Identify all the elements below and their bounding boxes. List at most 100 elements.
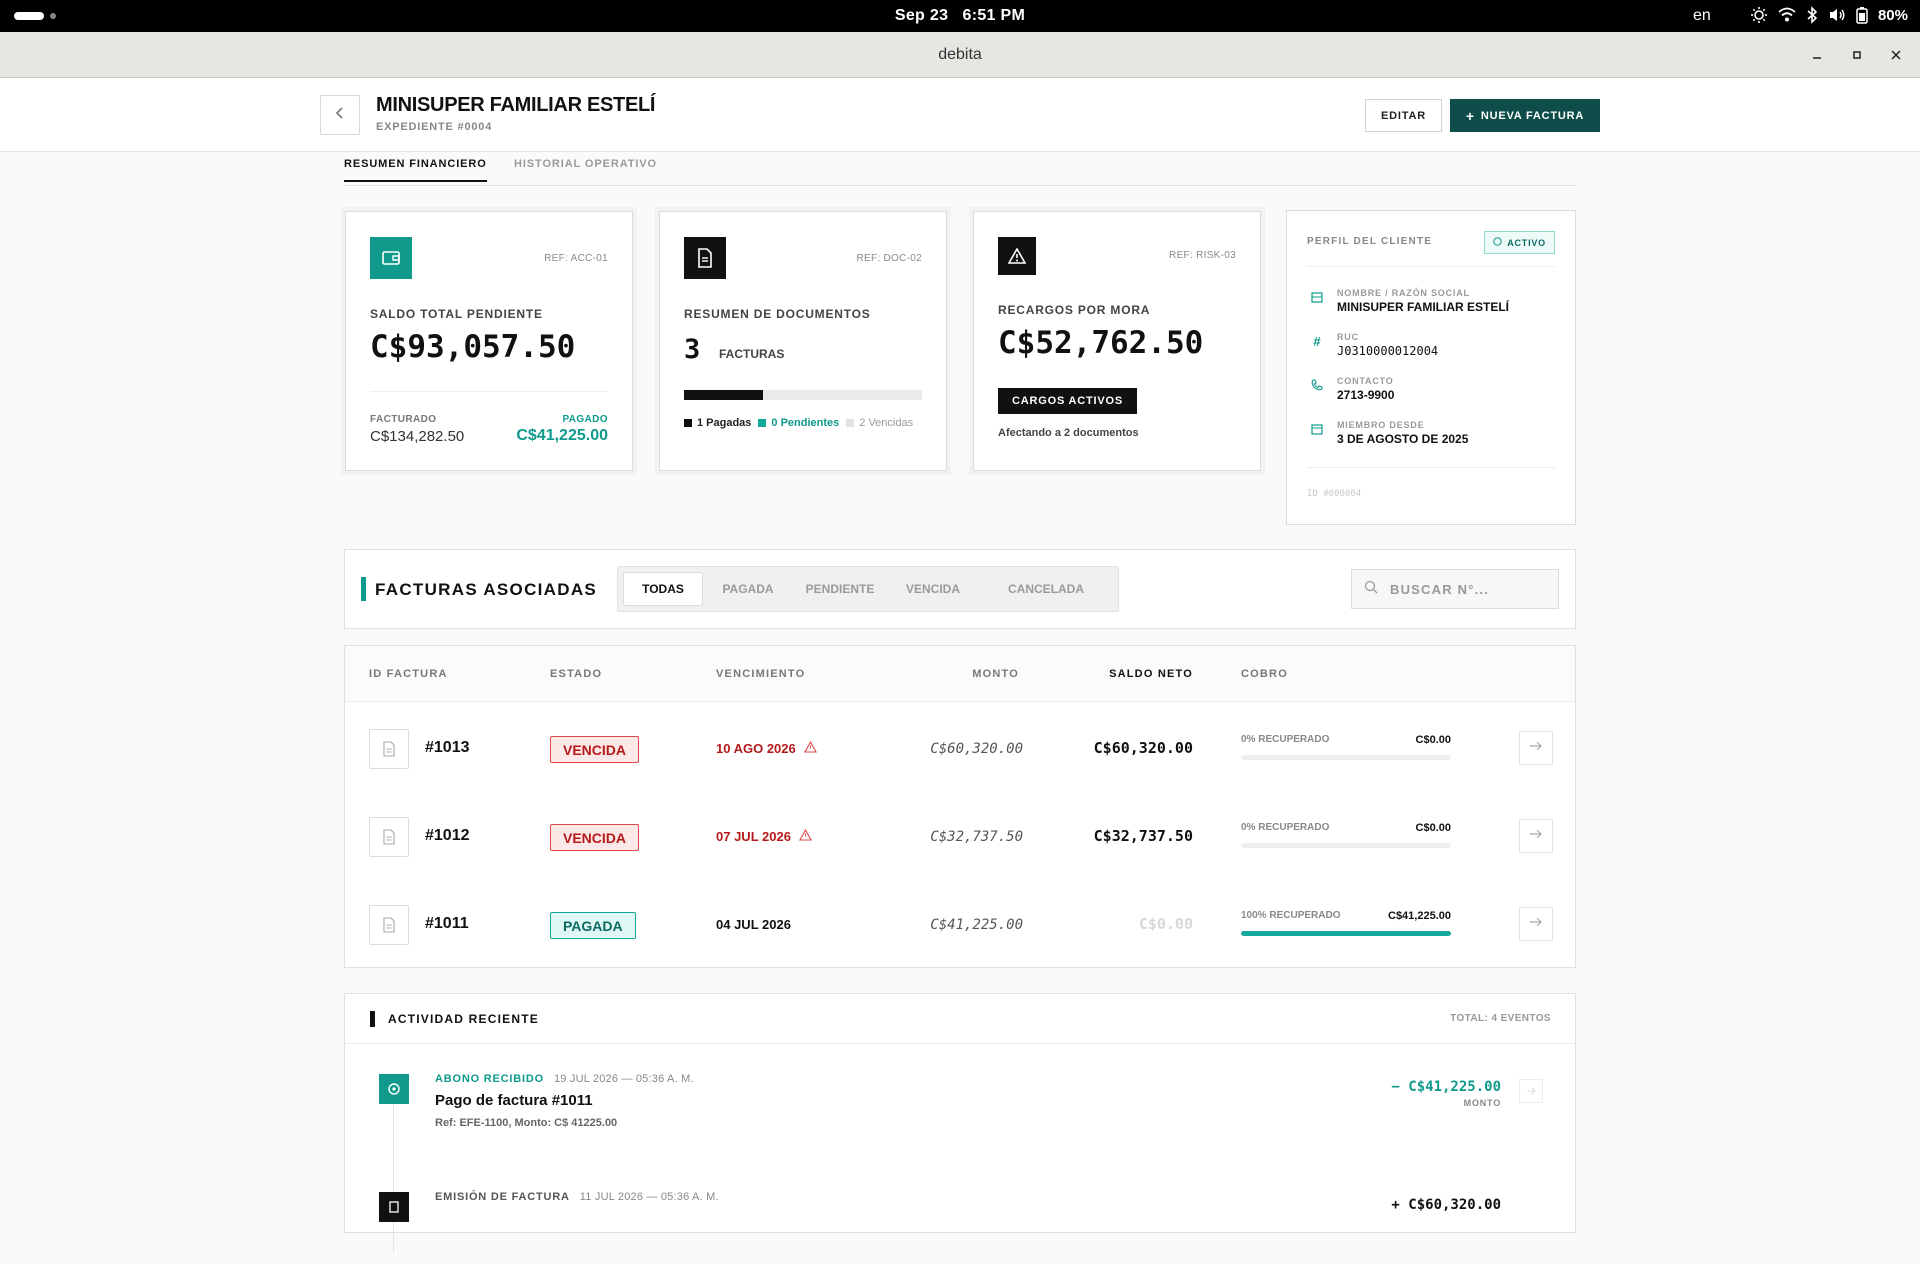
legend-overdue: 2 Vencidas (859, 417, 914, 429)
card-mora: REF: RISK-03 RECARGOS POR MORA C$52,762.… (973, 211, 1261, 471)
recovery-value: C$0.00 (1415, 734, 1451, 746)
close-button[interactable] (1885, 44, 1907, 66)
pagado-value: C$41,225.00 (516, 427, 608, 444)
invoices-table: ID FACTURA ESTADO VENCIMIENTO MONTO SALD… (344, 645, 1576, 968)
recovery-label: 0% RECUPERADO (1241, 822, 1330, 833)
phone-icon (1309, 376, 1325, 402)
invoice-amount: C$41,225.00 (930, 917, 1023, 933)
event-type: ABONO RECIBIDO 19 JUL 2026 — 05:36 A. M. (435, 1073, 694, 1085)
doc-count: 3 (684, 334, 701, 365)
volume-icon (1828, 7, 1846, 23)
edit-button[interactable]: EDITAR (1365, 99, 1442, 132)
hash-icon: # (1313, 334, 1321, 349)
table-row[interactable]: #1011 PAGADA 04 JUL 2026 C$41,225.00 C$0… (345, 879, 1575, 967)
col-id: ID FACTURA (369, 668, 448, 680)
activity-event[interactable]: EMISIÓN DE FACTURA 11 JUL 2026 — 05:36 A.… (345, 1174, 1575, 1264)
profile-name-row: NOMBRE / RAZÓN SOCIAL MINISUPER FAMILIAR … (1309, 288, 1509, 314)
search-icon (1364, 580, 1378, 599)
filter-cancelada[interactable]: CANCELADA (976, 572, 1116, 606)
card-ref: REF: RISK-03 (1169, 250, 1236, 261)
recovery-value: C$41,225.00 (1388, 910, 1451, 922)
due-date-text: 07 JUL 2026 (716, 829, 791, 844)
invoice-amount: C$60,320.00 (930, 741, 1023, 757)
keyboard-language[interactable]: en (1693, 7, 1711, 25)
activity-event[interactable]: ABONO RECIBIDO 19 JUL 2026 — 05:36 A. M. … (345, 1056, 1575, 1146)
invoice-search[interactable] (1351, 569, 1559, 609)
client-profile-card: PERFIL DEL CLIENTE ACTIVO NOMBRE / RAZÓN… (1286, 210, 1576, 525)
card-saldo: REF: ACC-01 SALDO TOTAL PENDIENTE C$93,0… (345, 211, 633, 471)
open-invoice-button[interactable] (1519, 819, 1553, 853)
net-balance: C$32,737.50 (1093, 827, 1193, 845)
pagado-label: PAGADO (562, 414, 608, 425)
status-badge: VENCIDA (550, 736, 640, 763)
saldo-amount: C$93,057.50 (370, 329, 576, 365)
battery-icon (1856, 6, 1868, 24)
card-label: RESUMEN DE DOCUMENTOS (684, 307, 871, 321)
maximize-button[interactable] (1846, 44, 1868, 66)
tab-resumen-financiero[interactable]: RESUMEN FINANCIERO (344, 158, 487, 182)
filter-pagada[interactable]: PAGADA (706, 572, 790, 606)
filter-pendiente[interactable]: PENDIENTE (790, 572, 890, 606)
new-invoice-label: NUEVA FACTURA (1480, 109, 1585, 122)
window-title: debita (938, 46, 982, 63)
open-event-button[interactable] (1519, 1079, 1543, 1103)
event-time: 19 JUL 2026 — 05:36 A. M. (553, 1073, 694, 1085)
recovery-progress-fill (1241, 931, 1451, 936)
legend-pending: 0 Pendientes (771, 417, 840, 429)
ruc-value: J0310000012004 (1337, 344, 1439, 358)
event-time: 11 JUL 2026 — 05:36 A. M. (579, 1191, 719, 1203)
col-monto: MONTO (972, 668, 1019, 680)
battery-percent: 80% (1877, 6, 1908, 24)
event-amount-label: MONTO (1463, 1098, 1501, 1108)
card-ref: REF: DOC-02 (856, 253, 922, 264)
open-invoice-button[interactable] (1519, 907, 1553, 941)
invoice-id[interactable]: #1011 (425, 915, 469, 933)
legend-swatch-overdue (846, 419, 855, 427)
payment-received-icon (379, 1074, 409, 1104)
mora-amount: C$52,762.50 (998, 325, 1204, 361)
search-input[interactable] (1390, 581, 1550, 597)
net-balance: C$0.00 (1138, 915, 1193, 933)
event-amount: − C$41,225.00 (1391, 1079, 1501, 1095)
doc-count-label: FACTURAS (719, 347, 785, 361)
new-invoice-button[interactable]: + NUEVA FACTURA (1450, 99, 1600, 132)
tab-historial-operativo[interactable]: HISTORIAL OPERATIVO (514, 158, 657, 180)
table-row[interactable]: #1012 VENCIDA 07 JUL 2026 C$32,737.50 C$… (345, 791, 1575, 879)
page-title: MINISUPER FAMILIAR ESTELÍ (376, 94, 656, 116)
contact-value: 2713-9900 (1337, 388, 1395, 402)
clock[interactable]: Sep 23 6:51 PM (0, 7, 1920, 25)
system-date: Sep 23 (894, 7, 949, 24)
facturado-value: C$134,282.50 (370, 428, 465, 445)
filter-todas[interactable]: TODAS (623, 572, 703, 606)
status-filter-segmented: TODAS PAGADA PENDIENTE VENCIDA CANCELADA (617, 566, 1119, 612)
table-row[interactable]: #1013 VENCIDA 10 AGO 2026 C$60,320.00 C$… (345, 703, 1575, 791)
document-icon (369, 817, 409, 857)
divider (370, 391, 608, 392)
profile-ruc-row: # RUC J0310000012004 (1309, 332, 1438, 358)
event-type-label: ABONO RECIBIDO (435, 1073, 544, 1085)
window-titlebar: debita (0, 32, 1920, 78)
due-date: 10 AGO 2026 (716, 740, 817, 756)
wifi-icon (1778, 7, 1796, 23)
status-label: ACTIVO (1507, 237, 1546, 248)
client-id: ID #000004 (1307, 489, 1362, 499)
back-button[interactable] (320, 95, 360, 135)
invoice-id[interactable]: #1013 (425, 739, 470, 757)
net-balance: C$60,320.00 (1093, 739, 1193, 757)
recovery-progress-bar (1241, 755, 1451, 760)
col-vencimiento: VENCIMIENTO (716, 668, 806, 680)
filter-vencida[interactable]: VENCIDA (890, 572, 976, 606)
invoice-issued-icon (379, 1192, 409, 1222)
open-invoice-button[interactable] (1519, 731, 1553, 765)
system-tray[interactable]: 80% (1750, 6, 1908, 24)
arrow-right-icon (1529, 827, 1543, 845)
legend-swatch-pending (758, 419, 767, 427)
minimize-button[interactable] (1806, 44, 1828, 66)
warning-icon (803, 740, 817, 756)
documents-progress-fill (684, 390, 764, 400)
since-label: MIEMBRO DESDE (1337, 420, 1425, 430)
warning-icon (799, 828, 812, 844)
card-documentos: REF: DOC-02 RESUMEN DE DOCUMENTOS 3 FACT… (659, 211, 947, 471)
recovery-progress-bar (1241, 931, 1451, 936)
invoice-id[interactable]: #1012 (425, 827, 470, 845)
